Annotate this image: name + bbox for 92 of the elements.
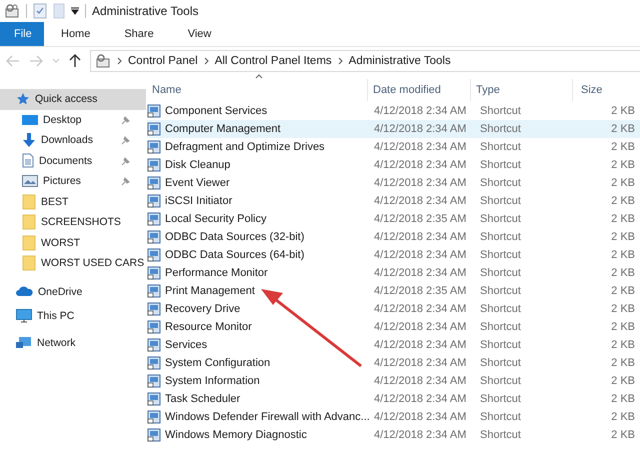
sidebar-item[interactable]: SCREENSHOTS [0,212,146,232]
pin-icon[interactable] [121,136,130,145]
shortcut-icon [147,410,161,424]
address-bar[interactable]: Control Panel All Control Panel Items Administrative Tools [90,50,640,72]
shortcut-icon [147,176,161,190]
shortcut-icon [147,338,161,352]
column-header[interactable]: Type [471,79,573,101]
shortcut-icon [147,122,161,136]
sidebar-item[interactable]: Quick access [0,89,146,110]
new-folder-icon[interactable] [53,3,65,19]
shortcut-icon [147,104,161,118]
tools-icon[interactable] [4,3,20,19]
desktop-icon [22,114,38,126]
shortcut-icon [147,140,161,154]
window-title: Administrative Tools [92,4,198,18]
sidebar-item[interactable]: Downloads [0,130,146,150]
sidebar-item[interactable]: WORST [0,232,146,253]
shortcut-icon [147,428,161,442]
cloud-icon [16,286,33,298]
shortcut-icon [147,248,161,262]
file-row[interactable]: ODBC Data Sources (32-bit) 4/12/2018 2:34 AM Shortcut 2 KB [147,228,640,246]
file-row[interactable]: Recovery Drive 4/12/2018 2:34 AM Shortcut 2 KB [147,300,640,318]
folder-icon [22,194,36,210]
recent-caret-icon[interactable] [52,58,60,64]
properties-icon[interactable] [33,3,47,19]
star-icon [16,92,30,106]
back-arrow-icon[interactable] [6,55,20,67]
sidebar-item[interactable]: This PC [0,302,146,329]
breadcrumb[interactable]: Control Panel [128,55,198,67]
column-header[interactable]: Date modified [368,79,471,101]
file-row[interactable]: Task Scheduler 4/12/2018 2:34 AM Shortcut 2 KB [147,390,640,408]
shortcut-icon [147,194,161,208]
file-row[interactable]: Component Services 4/12/2018 2:34 AM Shortcut 2 KB [147,102,640,120]
file-row[interactable]: Services 4/12/2018 2:34 AM Shortcut 2 KB [147,336,640,354]
ribbon-tab[interactable]: Share [107,22,171,46]
file-row[interactable]: Windows Defender Firewall with Advanc... 4/12/2018 2:34 AM Shortcut 2 KB [147,408,640,426]
file-row[interactable]: System Configuration 4/12/2018 2:34 AM Shortcut 2 KB [147,354,640,372]
sidebar-item[interactable]: Documents [0,150,146,171]
shortcut-icon [147,266,161,280]
file-row[interactable]: ODBC Data Sources (64-bit) 4/12/2018 2:34 AM Shortcut 2 KB [147,246,640,264]
sidebar-item[interactable]: WORST USED CARS [0,253,146,274]
shortcut-icon [147,212,161,226]
shortcut-icon [147,284,161,298]
chevron-icon [117,57,122,65]
pin-icon[interactable] [121,177,130,186]
up-arrow-icon[interactable] [69,54,81,68]
folder-icon [22,255,36,272]
download-arrow-icon [22,133,36,148]
shortcut-icon [147,320,161,334]
shortcut-icon [147,158,161,172]
pin-icon[interactable] [121,116,130,124]
sidebar-item[interactable]: OneDrive [0,282,146,302]
file-row[interactable]: Resource Monitor 4/12/2018 2:34 AM Shortcut 2 KB [147,318,640,336]
monitor-icon [16,308,32,322]
file-row[interactable]: Disk Cleanup 4/12/2018 2:34 AM Shortcut 2 KB [147,156,640,174]
forward-arrow-icon[interactable] [29,55,43,67]
picture-icon [22,175,38,188]
sidebar-item[interactable]: Pictures [0,171,146,192]
file-row[interactable]: iSCSI Initiator 4/12/2018 2:34 AM Shortcut 2 KB [147,192,640,210]
dropdown-caret-icon[interactable] [71,7,79,15]
shortcut-icon [147,374,161,388]
column-header[interactable]: Name [147,79,368,101]
breadcrumb[interactable]: All Control Panel Items [214,55,332,67]
file-row[interactable]: Windows Memory Diagnostic 4/12/2018 2:34 AM Shortcut 2 KB [147,426,640,444]
breadcrumb[interactable]: Administrative Tools [348,55,451,67]
sort-ascending-icon [255,74,263,79]
chevron-icon [204,57,209,65]
file-row[interactable]: Performance Monitor 4/12/2018 2:34 AM Shortcut 2 KB [147,264,640,282]
shortcut-icon [147,230,161,244]
sidebar-item[interactable]: Desktop [0,110,146,130]
file-row[interactable]: Defragment and Optimize Drives 4/12/2018 2:34 AM Shortcut 2 KB [147,138,640,156]
ribbon-tab[interactable]: View [170,22,228,46]
document-icon [22,153,34,168]
pin-icon[interactable] [121,156,130,166]
sidebar-item[interactable]: BEST [0,192,146,212]
folder-icon [22,234,36,251]
chevron-icon [338,57,343,65]
file-row[interactable]: System Information 4/12/2018 2:34 AM Shortcut 2 KB [147,372,640,390]
file-row[interactable]: Print Management 4/12/2018 2:35 AM Shortcut 2 KB [147,282,640,300]
ribbon-tab[interactable]: File [0,22,44,46]
shortcut-icon [147,302,161,316]
folder-icon [22,214,36,230]
ribbon-tab[interactable]: Home [44,22,108,46]
column-header[interactable]: Size [573,79,640,101]
sidebar-item[interactable]: Network [0,329,146,356]
network-icon [16,336,32,350]
file-row[interactable]: Event Viewer 4/12/2018 2:34 AM Shortcut 2 KB [147,174,640,192]
file-row[interactable]: Computer Management 4/12/2018 2:34 AM Shortcut 2 KB [147,120,640,138]
control-panel-icon [95,53,111,69]
shortcut-icon [147,392,161,406]
shortcut-icon [147,356,161,370]
file-row[interactable]: Local Security Policy 4/12/2018 2:35 AM Shortcut 2 KB [147,210,640,228]
